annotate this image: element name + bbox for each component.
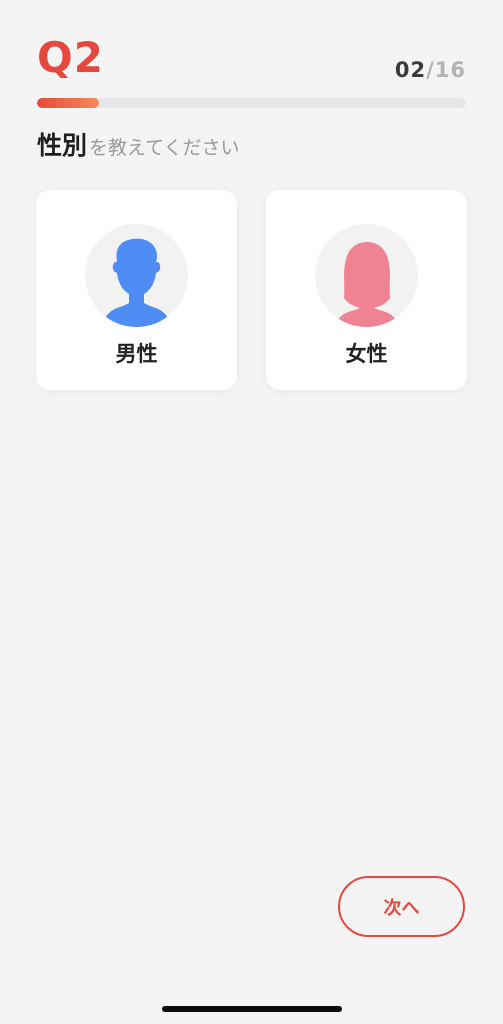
question-number: Q2 [37,33,104,82]
option-female[interactable]: 女性 [266,190,467,390]
male-avatar-icon [85,224,188,327]
option-female-label: 女性 [345,342,388,366]
option-male-label: 男性 [115,342,158,366]
option-male[interactable]: 男性 [36,190,237,390]
home-indicator [162,1006,342,1012]
next-button[interactable]: 次へ [338,876,465,937]
question-counter: 02/16 [395,56,466,84]
counter-separator: / [426,58,435,82]
question-main: 性別 [37,131,88,160]
counter-current: 02 [394,58,427,82]
progress-fill [37,98,100,108]
counter-total: 16 [434,58,466,82]
question-text: 性別 を教えてください [37,126,240,162]
progress-bar [37,98,466,108]
question-sub: を教えてください [89,137,240,159]
female-avatar-icon [315,224,418,327]
